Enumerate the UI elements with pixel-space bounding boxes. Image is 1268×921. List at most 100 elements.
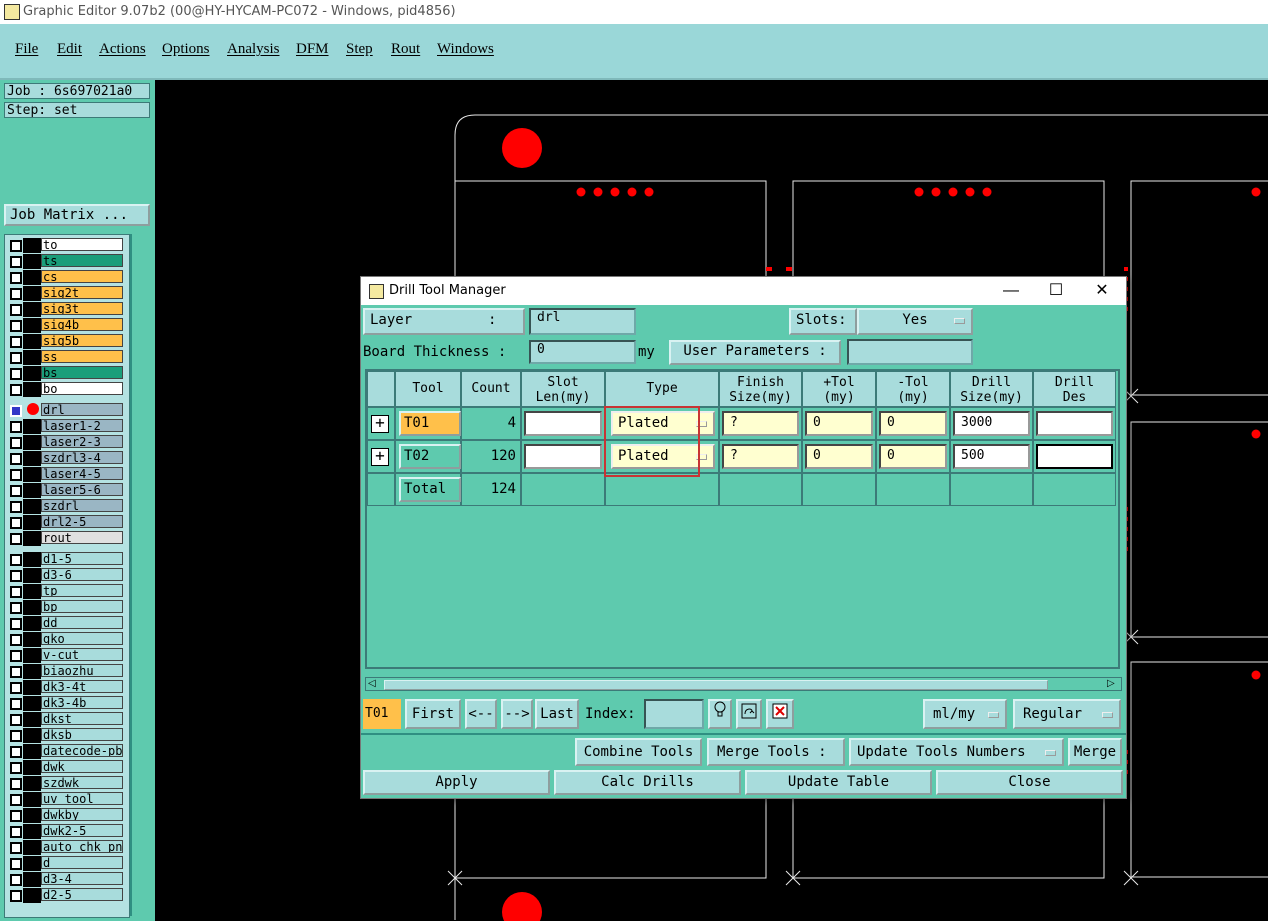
layer-name[interactable]: dksb	[41, 728, 123, 741]
layer-row[interactable]: rout	[5, 531, 129, 546]
layer-checkbox[interactable]	[10, 730, 22, 742]
layer-checkbox[interactable]	[10, 368, 22, 380]
scroll-right-icon[interactable]: ▷	[1107, 679, 1117, 689]
layer-checkbox[interactable]	[10, 272, 22, 284]
layer-name[interactable]: szdrl	[41, 499, 123, 512]
layer-name[interactable]: d3-6	[41, 568, 123, 581]
layer-checkbox[interactable]	[10, 778, 22, 790]
layer-row[interactable]: datecode-pbo	[5, 744, 129, 759]
first-button[interactable]: First	[405, 699, 461, 729]
column-header-slot-len[interactable]: Slot Len(my)	[521, 371, 605, 407]
layer-name[interactable]: szdwk	[41, 776, 123, 789]
layer-row[interactable]: ts	[5, 254, 129, 269]
layer-name[interactable]: dk3-4t	[41, 680, 123, 693]
layer-row[interactable]: tp	[5, 584, 129, 599]
combine-tools-button[interactable]: Combine Tools	[575, 738, 702, 766]
mode-select[interactable]: Regular	[1013, 699, 1121, 729]
column-header-tool[interactable]: Tool	[395, 371, 461, 407]
layer-name[interactable]: sig3t	[41, 302, 123, 315]
layer-name[interactable]: laser2-3	[41, 435, 123, 448]
layer-checkbox[interactable]	[10, 794, 22, 806]
bulb-icon[interactable]	[708, 699, 732, 729]
layer-row[interactable]: gko	[5, 632, 129, 647]
layer-checkbox[interactable]	[10, 501, 22, 513]
layer-name[interactable]: d3-4	[41, 872, 123, 885]
layer-row[interactable]: dwk2-5	[5, 824, 129, 839]
layer-row[interactable]: sig5b	[5, 334, 129, 349]
last-button[interactable]: Last	[535, 699, 579, 729]
layer-checkbox[interactable]	[10, 304, 22, 316]
layer-name[interactable]: dwkby	[41, 808, 123, 821]
update-tools-numbers-select[interactable]: Update Tools Numbers	[849, 738, 1064, 766]
layer-name[interactable]: sig5b	[41, 334, 123, 347]
drill-des-input[interactable]	[1036, 411, 1113, 436]
tool-button[interactable]: T01	[399, 411, 461, 436]
layer-name[interactable]: tp	[41, 584, 123, 597]
layer-name[interactable]: bo	[41, 382, 123, 395]
tool-button[interactable]: T02	[399, 444, 461, 469]
layer-name[interactable]: dkst	[41, 712, 123, 725]
layer-checkbox[interactable]	[10, 256, 22, 268]
layer-checkbox[interactable]	[10, 453, 22, 465]
drill-size-input[interactable]: 500	[953, 444, 1030, 469]
layer-row[interactable]: dk3-4b	[5, 696, 129, 711]
table-hscrollbar[interactable]: ◁ ▷	[365, 677, 1122, 691]
layer-row[interactable]: dksb	[5, 728, 129, 743]
apply-button[interactable]: Apply	[363, 770, 550, 795]
slot-len-input[interactable]	[524, 411, 602, 436]
type-select[interactable]: Plated	[611, 444, 715, 469]
layer-name[interactable]: sig4b	[41, 318, 123, 331]
layer-row[interactable]: cs	[5, 270, 129, 285]
layer-row[interactable]: d2-5	[5, 888, 129, 903]
layer-checkbox[interactable]	[10, 586, 22, 598]
column-header-plus-tol[interactable]: +Tol (my)	[802, 371, 876, 407]
layer-name[interactable]: laser4-5	[41, 467, 123, 480]
layer-checkbox[interactable]	[10, 437, 22, 449]
layer-checkbox[interactable]	[10, 384, 22, 396]
slots-select[interactable]: Yes	[857, 308, 973, 335]
layer-row[interactable]: dkst	[5, 712, 129, 727]
drill-size-input[interactable]: 3000	[953, 411, 1030, 436]
layer-checkbox[interactable]	[10, 421, 22, 433]
layer-row[interactable]: dwk	[5, 760, 129, 775]
menu-step[interactable]: Step	[346, 41, 373, 58]
layer-row[interactable]: laser2-3	[5, 435, 129, 450]
column-header-drill-des[interactable]: Drill Des	[1033, 371, 1116, 407]
layer-name[interactable]: sig2t	[41, 286, 123, 299]
drill-des-input[interactable]	[1036, 444, 1113, 469]
layer-row[interactable]: biaozhu	[5, 664, 129, 679]
layer-name[interactable]: cs	[41, 270, 123, 283]
expand-row-icon[interactable]: +	[371, 448, 389, 466]
layer-row[interactable]: dwkby	[5, 808, 129, 823]
layer-row[interactable]: sig4b	[5, 318, 129, 333]
layer-name[interactable]: uv_tool	[41, 792, 123, 805]
board-thickness-input[interactable]: 0	[529, 340, 636, 364]
layer-row[interactable]: bs	[5, 366, 129, 381]
layer-checkbox[interactable]	[10, 842, 22, 854]
layer-checkbox[interactable]	[10, 240, 22, 252]
layer-row[interactable]: bp	[5, 600, 129, 615]
layer-name[interactable]: v-cut	[41, 648, 123, 661]
merge-button[interactable]: Merge	[1068, 738, 1122, 766]
layer-row[interactable]: sig2t	[5, 286, 129, 301]
slot-len-input[interactable]	[524, 444, 602, 469]
layer-row[interactable]: uv_tool	[5, 792, 129, 807]
layer-name[interactable]: laser1-2	[41, 419, 123, 432]
layer-name[interactable]: gko	[41, 632, 123, 645]
layer-name[interactable]: ts	[41, 254, 123, 267]
layer-checkbox[interactable]	[10, 762, 22, 774]
column-header-finish-size[interactable]: Finish Size(my)	[719, 371, 802, 407]
next-button[interactable]: -->	[501, 699, 533, 729]
prev-button[interactable]: <--	[465, 699, 497, 729]
layer-row[interactable]: sig3t	[5, 302, 129, 317]
menu-options[interactable]: Options	[162, 41, 210, 58]
user-parameters-button[interactable]: User Parameters :	[669, 340, 841, 365]
layer-name[interactable]: drl2-5	[41, 515, 123, 528]
layer-row[interactable]: to	[5, 238, 129, 253]
refresh-icon[interactable]	[736, 699, 762, 729]
layer-checkbox[interactable]	[10, 320, 22, 332]
layer-checkbox[interactable]	[10, 666, 22, 678]
layer-input[interactable]: drl	[529, 308, 636, 335]
total-button[interactable]: Total	[399, 477, 461, 502]
layer-name[interactable]: auto_chk_pn	[41, 840, 123, 853]
